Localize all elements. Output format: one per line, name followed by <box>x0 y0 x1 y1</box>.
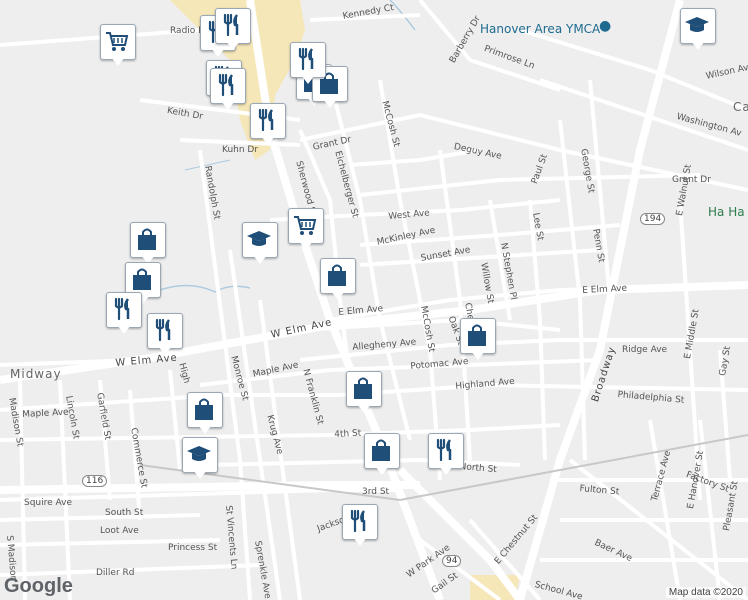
street-label: Princess St <box>168 543 218 553</box>
map-marker-shopping-cart[interactable] <box>288 208 324 252</box>
map-marker-graduation-cap[interactable] <box>680 8 716 52</box>
map-marker-restaurant[interactable] <box>106 292 142 336</box>
map-marker-restaurant[interactable] <box>342 504 378 548</box>
map-canvas[interactable]: Hanover Area YMCA ● Midway Ha Ha Ca Radi… <box>0 0 748 600</box>
map-marker-shopping-cart[interactable] <box>100 24 136 68</box>
map-marker-graduation-cap[interactable] <box>182 437 218 481</box>
area-label-ca: Ca <box>733 100 748 114</box>
google-logo[interactable]: Google <box>4 575 73 598</box>
street-label: 4th St <box>334 428 362 440</box>
midway-label: Midway <box>10 367 62 381</box>
street-label: 3rd St <box>362 487 390 497</box>
route-shield-116: 116 <box>82 475 108 487</box>
map-marker-restaurant[interactable] <box>290 42 326 86</box>
map-marker-shopping-bag[interactable] <box>460 318 496 362</box>
map-marker-restaurant[interactable] <box>210 68 246 112</box>
street-label: Diller Rd <box>96 568 135 578</box>
map-marker-restaurant[interactable] <box>215 8 251 52</box>
route-shield-194: 194 <box>640 213 666 225</box>
street-label: Loot Ave <box>100 526 139 536</box>
ymca-label[interactable]: Hanover Area YMCA <box>480 22 600 36</box>
map-marker-shopping-bag[interactable] <box>364 433 400 477</box>
map-attribution[interactable]: Map data ©2020 <box>665 587 746 598</box>
street-label: South St <box>105 508 144 518</box>
map-marker-graduation-cap[interactable] <box>242 222 278 266</box>
route-shield-94: 94 <box>442 555 462 567</box>
street-label: Ridge Ave <box>622 345 668 355</box>
map-marker-shopping-bag[interactable] <box>130 222 166 266</box>
street-label: Squire Ave <box>24 498 73 508</box>
map-marker-restaurant[interactable] <box>250 103 286 147</box>
map-marker-shopping-bag[interactable] <box>320 258 356 302</box>
map-marker-restaurant[interactable] <box>147 313 183 357</box>
map-marker-restaurant[interactable] <box>428 433 464 477</box>
map-marker-shopping-bag[interactable] <box>346 371 382 415</box>
map-marker-shopping-bag[interactable] <box>187 392 223 436</box>
park-label[interactable]: Ha Ha <box>708 205 745 219</box>
ymca-pin-icon[interactable]: ● <box>599 18 611 34</box>
